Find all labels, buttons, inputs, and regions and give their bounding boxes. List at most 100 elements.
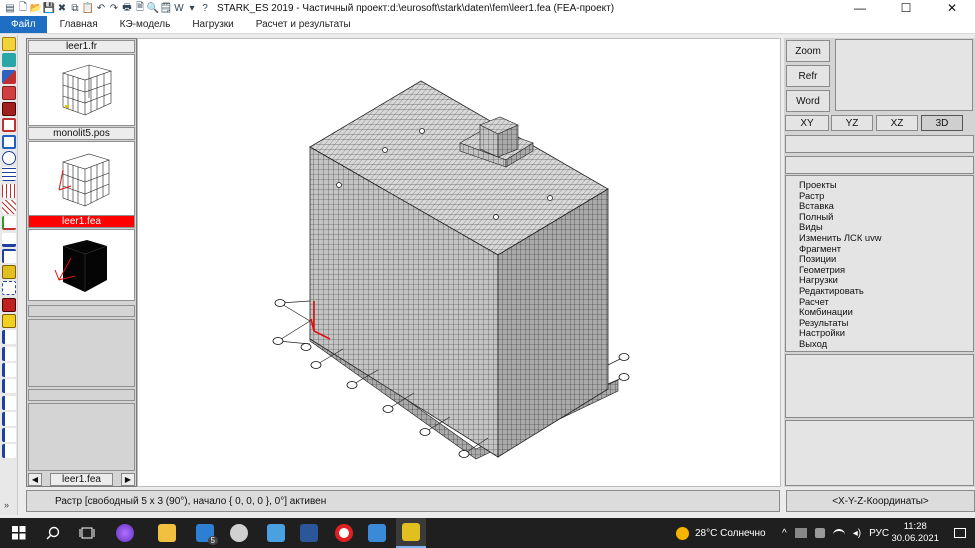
red-block-tool-icon[interactable]	[2, 297, 16, 312]
taskbar-app-1[interactable]	[112, 518, 138, 548]
node-tool-icon[interactable]	[2, 151, 16, 166]
grid-color-tool-icon[interactable]	[2, 69, 16, 84]
axis-tool-icon[interactable]	[2, 216, 16, 231]
grid-tool-icon[interactable]	[2, 167, 16, 182]
task-view-button[interactable]	[74, 518, 100, 548]
thumb-title-leer1-fr[interactable]: leer1.fr	[28, 40, 135, 53]
taskbar: 5 28°C Солнечно ^ ◂) РУС 11:28 30.06.202…	[0, 518, 975, 548]
open-folder-icon[interactable]: 📂	[30, 2, 42, 14]
load-8-tool-icon[interactable]	[2, 444, 16, 459]
cube-dark-tool-icon[interactable]	[2, 102, 16, 117]
language-indicator[interactable]: РУС	[869, 528, 889, 539]
view-yz-button[interactable]: YZ	[831, 115, 873, 131]
word-icon[interactable]: W	[173, 2, 185, 14]
copy-icon[interactable]: ⧉	[69, 2, 81, 14]
minimize-button[interactable]: —	[837, 0, 883, 16]
refresh-button[interactable]: Refr	[786, 65, 830, 87]
word-button[interactable]: Word	[786, 90, 830, 112]
thumb-title-leer1-fea[interactable]: leer1.fea	[28, 215, 135, 228]
start-button[interactable]	[6, 518, 32, 548]
tray-app2-icon[interactable]	[814, 528, 825, 538]
tab-file[interactable]: Файл	[0, 16, 47, 33]
load-4-tool-icon[interactable]	[2, 379, 16, 394]
clock[interactable]: 11:28 30.06.2021	[891, 521, 939, 545]
save-icon[interactable]: 💾	[43, 2, 55, 14]
taskbar-app-screen[interactable]	[364, 518, 390, 548]
maximize-button[interactable]: ☐	[883, 0, 929, 16]
i-beam-tool-icon[interactable]	[2, 314, 16, 329]
zoom-button[interactable]: Zoom	[786, 40, 830, 62]
close-doc-icon[interactable]: ✖	[56, 2, 68, 14]
tab-fe-model[interactable]: КЭ-модель	[111, 16, 180, 33]
thumb-next-icon[interactable]: ▶	[121, 473, 135, 486]
help-icon[interactable]: ?	[199, 2, 211, 14]
view-xy-button[interactable]: XY	[785, 115, 829, 131]
app-icon[interactable]: ▤	[4, 2, 16, 14]
tray-chevron-icon[interactable]: ^	[782, 528, 787, 539]
cube-outline-tool-icon[interactable]	[2, 118, 16, 133]
system-tray: ^ ◂) РУС	[782, 518, 889, 548]
view-3d-button[interactable]: 3D	[921, 115, 963, 131]
menu-item[interactable]: Проекты	[799, 179, 973, 191]
taskbar-mail[interactable]: 5	[190, 518, 220, 548]
load-7-tool-icon[interactable]	[2, 428, 16, 443]
bulb-tool-icon[interactable]	[2, 37, 16, 51]
print-preview-icon[interactable]: 🗎	[134, 2, 146, 14]
angle-tool-icon[interactable]	[2, 248, 16, 263]
cube-red-tool-icon[interactable]	[2, 85, 16, 100]
task-view-icon	[79, 527, 95, 539]
volume-icon[interactable]: ◂)	[853, 528, 861, 539]
load-1-tool-icon[interactable]	[2, 330, 16, 345]
expand-icon[interactable]: »	[4, 500, 9, 510]
thumb-title-monolit5-pos[interactable]: monolit5.pos	[28, 127, 135, 140]
thumb-prev-icon[interactable]: ◀	[28, 473, 42, 486]
taskbar-explorer[interactable]	[154, 518, 180, 548]
print-icon[interactable]: 🖶	[121, 2, 133, 14]
network-icon[interactable]	[832, 528, 845, 538]
h-beam-tool-icon[interactable]	[2, 265, 16, 280]
load-3-tool-icon[interactable]	[2, 362, 16, 377]
menu-item[interactable]: Изменить ЛСК uvw	[799, 232, 973, 244]
taskbar-app-img[interactable]	[263, 518, 289, 548]
menu-item[interactable]: Выход	[799, 338, 973, 350]
undo-icon[interactable]: ↶	[95, 2, 107, 14]
taskbar-yandex[interactable]	[331, 518, 357, 548]
database-tool-icon[interactable]	[2, 53, 16, 68]
thumb-image-leer1-fr[interactable]	[28, 54, 135, 126]
taskbar-word[interactable]	[296, 518, 322, 548]
tray-app-icon[interactable]	[794, 528, 807, 538]
close-button[interactable]: ✕	[929, 0, 975, 16]
mesh-tool-icon[interactable]	[2, 183, 16, 198]
note-icon[interactable]: 🗒	[160, 2, 173, 14]
zoom-icon[interactable]: 🔍	[147, 2, 159, 14]
menu-item[interactable]: Полный	[799, 211, 973, 223]
thumb-image-leer1-fea[interactable]	[28, 229, 135, 301]
paste-icon[interactable]: 📋	[82, 2, 94, 14]
dropdown-icon[interactable]: ▾	[186, 2, 198, 14]
tab-calculation-results[interactable]: Расчет и результаты	[247, 16, 360, 33]
weather-widget[interactable]: 28°C Солнечно	[676, 518, 766, 548]
raster-tool-icon[interactable]	[2, 199, 16, 214]
redo-icon[interactable]: ↷	[108, 2, 120, 14]
load-6-tool-icon[interactable]	[2, 411, 16, 426]
new-file-icon[interactable]: 🗋	[17, 2, 29, 14]
load-2-tool-icon[interactable]	[2, 346, 16, 361]
thumb-image-monolit5-pos[interactable]	[28, 141, 135, 219]
browser-icon	[116, 524, 134, 542]
preview-box	[835, 39, 973, 111]
thumb-slot-empty-4	[28, 403, 135, 471]
tab-home[interactable]: Главная	[51, 16, 107, 33]
notifications-button[interactable]	[954, 518, 966, 548]
model-canvas[interactable]	[137, 38, 781, 487]
load-5-tool-icon[interactable]	[2, 395, 16, 410]
view-xz-button[interactable]: XZ	[876, 115, 918, 131]
taskbar-stark[interactable]	[396, 518, 426, 548]
search-button[interactable]	[40, 518, 66, 548]
screen-app-icon	[368, 524, 386, 542]
taskbar-app-gear[interactable]	[226, 518, 252, 548]
hinge-tool-icon[interactable]	[2, 232, 16, 247]
tab-loads[interactable]: Нагрузки	[183, 16, 242, 33]
support-tool-icon[interactable]	[2, 281, 16, 296]
menu-item[interactable]: Редактировать	[799, 285, 973, 297]
cube-blue-tool-icon[interactable]	[2, 134, 16, 149]
